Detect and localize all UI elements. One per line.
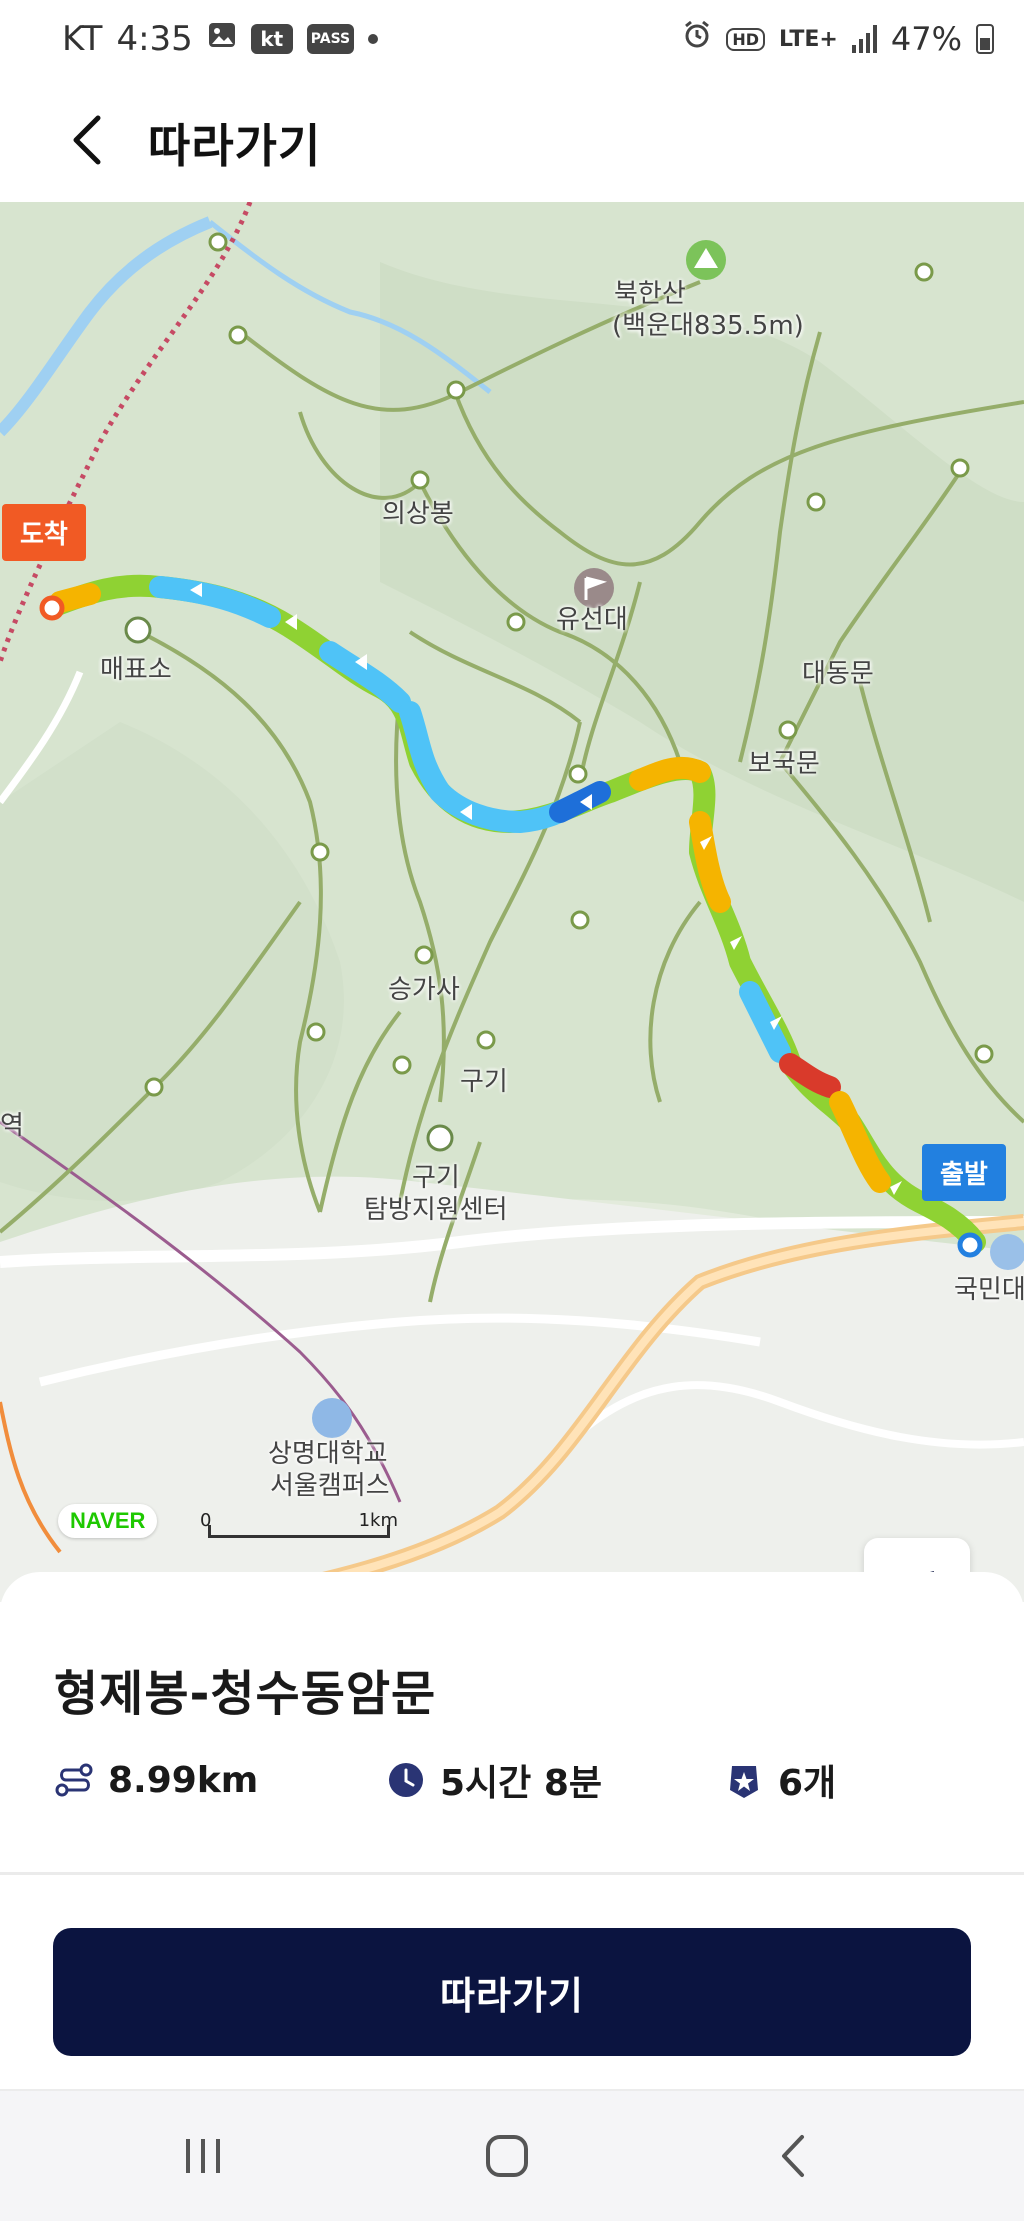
map-label-yuseondae: 유선대	[556, 605, 628, 635]
follow-route-button[interactable]: 따라가기	[53, 1928, 971, 2056]
map-canvas	[0, 202, 1024, 1602]
start-flag: 출발	[922, 1144, 1006, 1201]
system-nav-bar	[0, 2089, 1024, 2221]
distance-value: 8.99km	[108, 1759, 259, 1801]
map-label-gugi: 구기	[460, 1067, 508, 1097]
recent-apps-icon	[186, 2139, 220, 2173]
carrier-label: KT	[62, 19, 103, 59]
map-label-bogukmun: 보국문	[748, 749, 820, 779]
kt-app-icon: kt	[250, 24, 293, 54]
duration-stat: 5시간 8분	[386, 1752, 602, 1808]
stamps-value: 6개	[778, 1763, 837, 1804]
route-map[interactable]: 북한산 (백운대835.5m) 의상봉 유선대 매표소 대동문 보국문 승가사 …	[0, 202, 1024, 1602]
page-title: 따라가기	[148, 119, 322, 173]
map-label-uisangbong: 의상봉	[382, 499, 454, 529]
naver-logo: NAVER	[58, 1504, 158, 1538]
end-flag: 도착	[2, 504, 86, 561]
duration-value: 5시간 8분	[440, 1763, 602, 1804]
home-icon	[486, 2135, 528, 2177]
chevron-left-icon	[73, 115, 101, 165]
route-name: 형제봉-청수동암문	[54, 1666, 437, 1722]
clock: 4:35	[116, 19, 193, 59]
map-label-ticket-office: 매표소	[100, 655, 172, 685]
route-info-sheet: 형제봉-청수동암문 8.99km 5시간 8분 6개 따라가기	[0, 1572, 1024, 2109]
recent-apps-button[interactable]	[148, 2111, 258, 2201]
battery-icon	[976, 24, 994, 54]
back-button[interactable]	[56, 108, 120, 172]
map-scale: 0 1km	[200, 1510, 398, 1542]
scale-zero: 0	[200, 1510, 212, 1531]
map-label-university-2: 서울캠퍼스	[270, 1471, 390, 1501]
map-label-peak: 북한산	[614, 279, 686, 309]
distance-stat: 8.99km	[54, 1752, 258, 1808]
map-label-station: 역	[0, 1111, 24, 1141]
pass-app-icon: PASS	[306, 24, 355, 54]
battery-percent: 47%	[890, 20, 962, 58]
map-label-kookmin: 국민대	[954, 1275, 1024, 1305]
signal-icon	[851, 25, 877, 53]
network-type: LTE+	[779, 26, 838, 52]
system-back-button[interactable]	[740, 2111, 850, 2201]
stamp-star-icon	[724, 1760, 764, 1800]
chevron-left-icon	[782, 2135, 804, 2177]
map-label-peak-detail: (백운대835.5m)	[612, 311, 804, 341]
home-button[interactable]	[452, 2111, 562, 2201]
map-label-gugi-center-1: 구기	[412, 1163, 460, 1193]
map-label-daedongmun: 대동문	[802, 659, 874, 689]
clock-icon	[386, 1760, 426, 1800]
map-label-seunggasa: 승가사	[388, 975, 460, 1005]
map-label-gugi-center-2: 탐방지원센터	[364, 1195, 508, 1225]
sheet-divider	[0, 1872, 1024, 1875]
status-bar: KT 4:35 kt PASS HD LTE+ 47%	[0, 0, 1024, 80]
route-distance-icon	[54, 1760, 94, 1800]
alarm-icon	[682, 20, 712, 58]
hd-voice-icon: HD	[726, 27, 766, 51]
app-header: 따라가기	[0, 80, 1024, 202]
gallery-icon	[207, 19, 237, 59]
notification-dot-icon	[368, 34, 379, 44]
map-label-university-1: 상명대학교	[268, 1439, 388, 1469]
scale-unit: 1km	[358, 1510, 398, 1531]
stamps-stat: 6개	[724, 1752, 836, 1808]
